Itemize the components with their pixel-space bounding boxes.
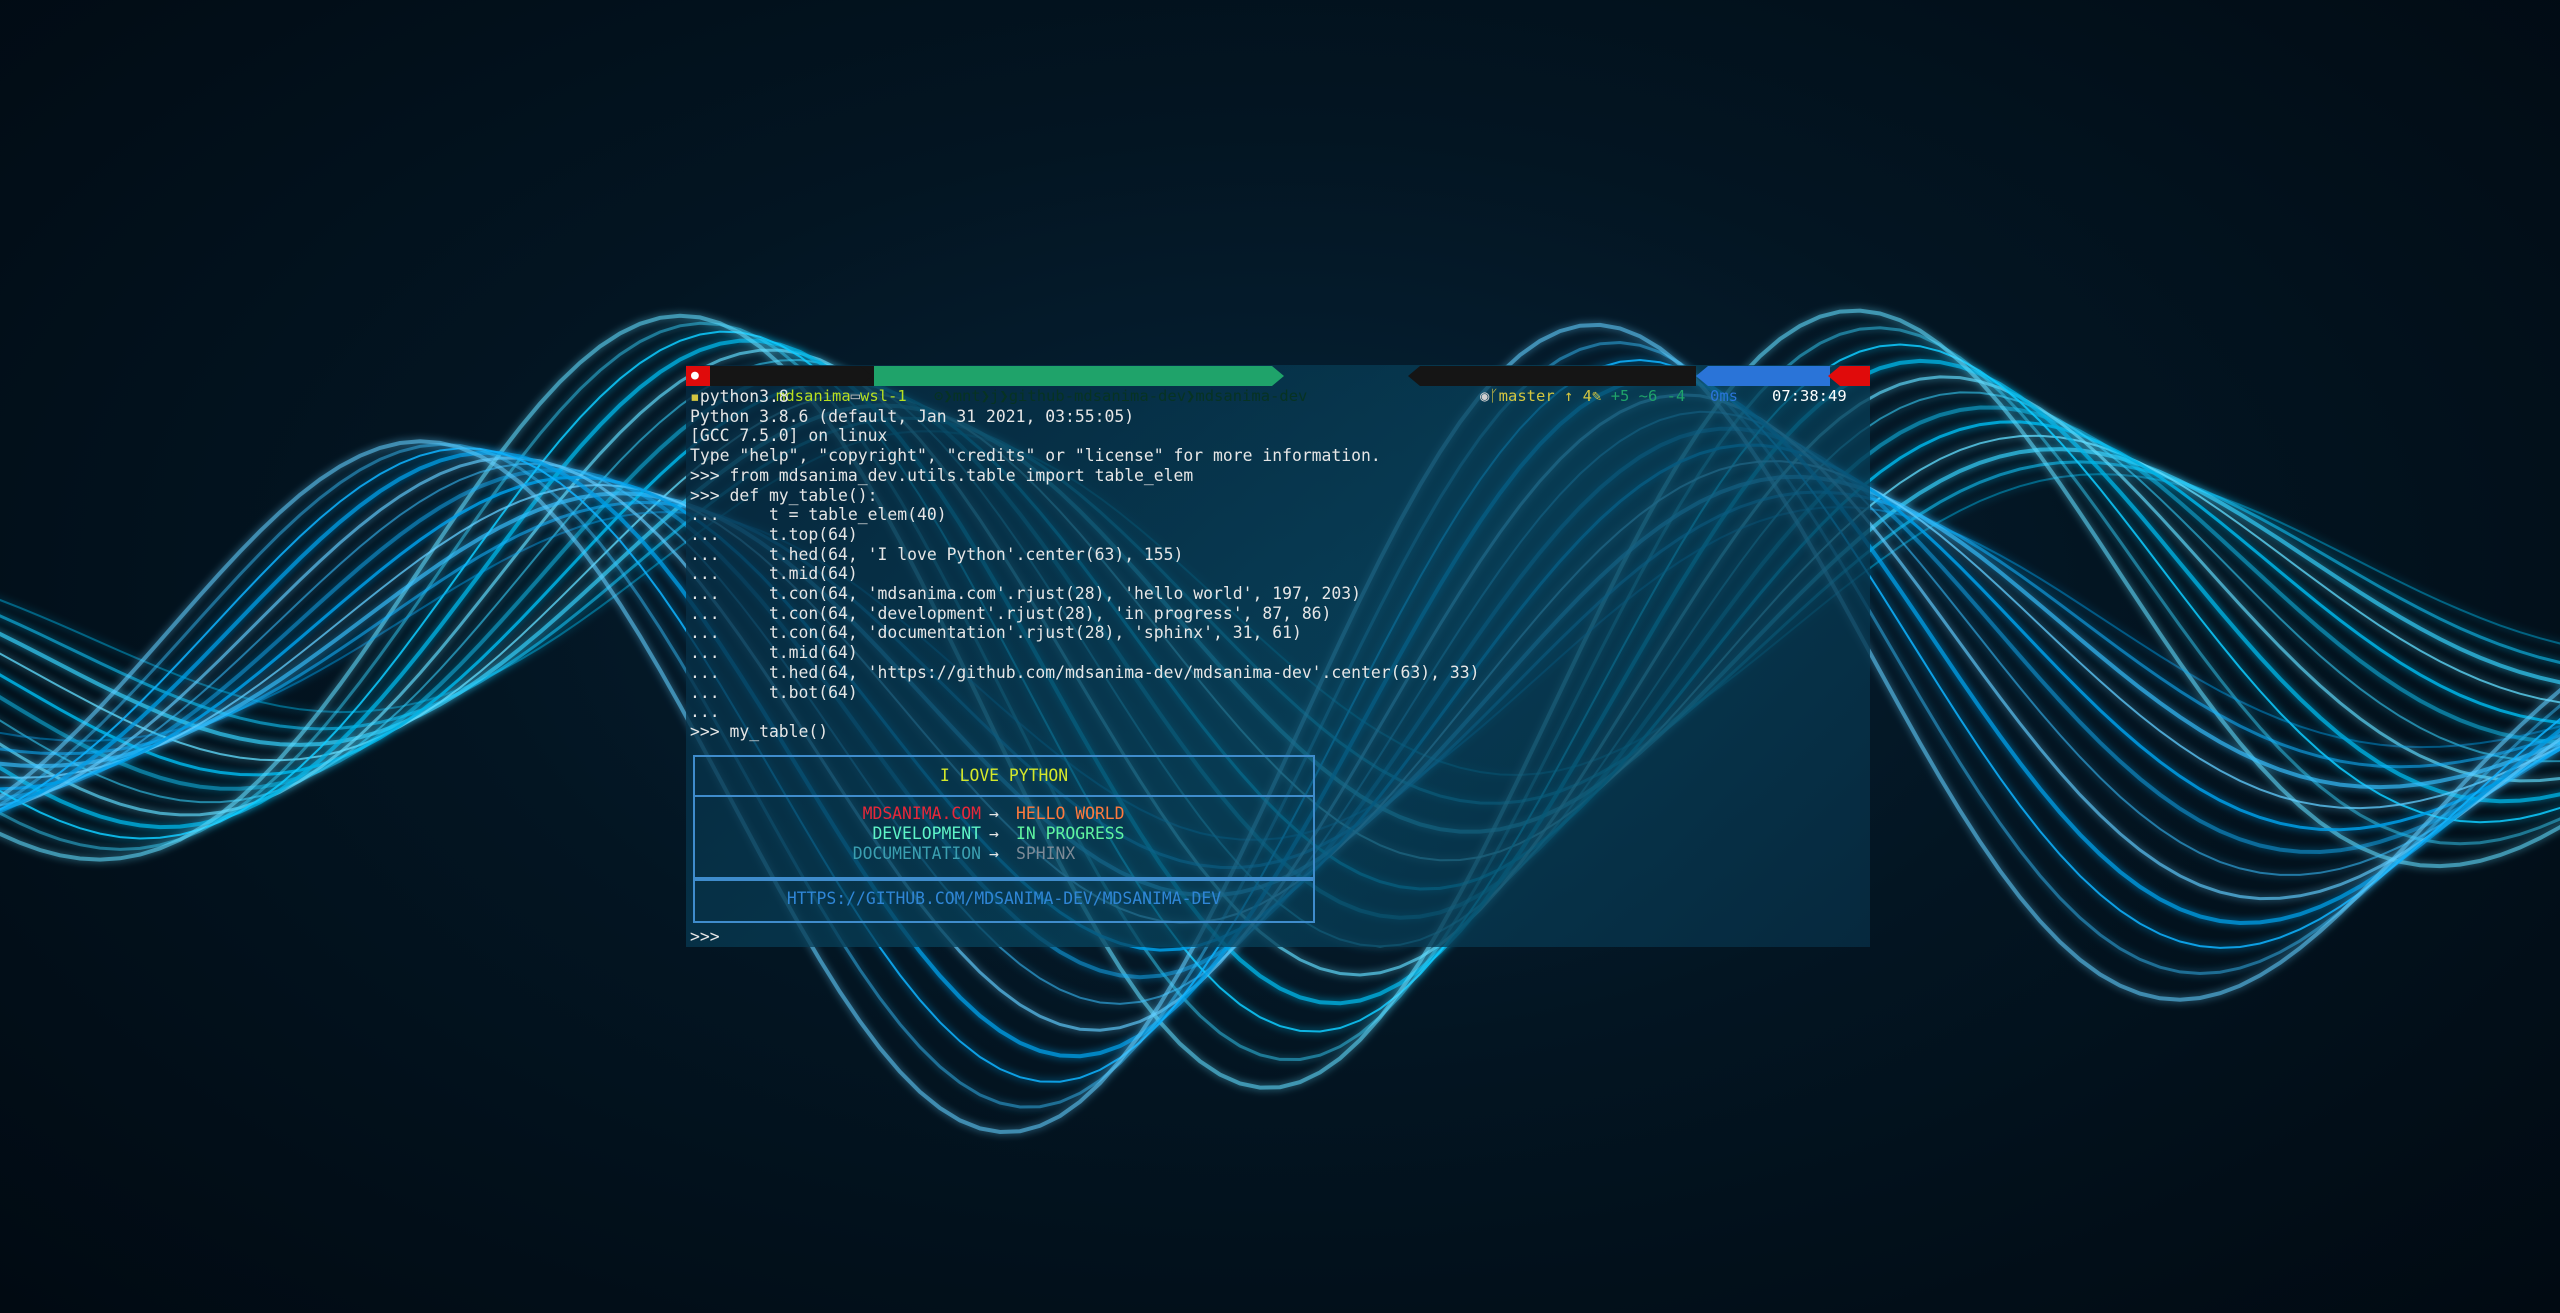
- output-line: Python 3.8.6 (default, Jan 31 2021, 03:5…: [690, 406, 1135, 426]
- command-line: ▪python3.8: [690, 387, 789, 407]
- output-line: ... t.con(64, 'mdsanima.com'.rjust(28), …: [690, 584, 1362, 603]
- python-icon: ▪: [690, 387, 700, 406]
- output-line: ... t.con(64, 'development'.rjust(28), '…: [690, 603, 1332, 623]
- output-table: I LOVE PYTHON MDSANIMA.COM → HELLO WORLD…: [693, 755, 1315, 879]
- path-part: mdsanima-dev: [1195, 387, 1308, 405]
- clock: 07:38:49: [1772, 387, 1847, 405]
- github-icon: ◉: [1480, 387, 1490, 405]
- command-text: python3.8: [699, 387, 789, 406]
- path-part: github-mdsanima-dev: [1008, 387, 1187, 405]
- table-divider: [695, 795, 1313, 797]
- output-line: >>> from mdsanima_dev.utils.table import…: [690, 465, 1194, 485]
- output-line: ... t.bot(64): [690, 682, 858, 702]
- output-line: ... t.top(64): [690, 524, 858, 544]
- terminal-window[interactable]: ● mdsanima▭wsl-1 ⊙❯mnt❯j❯github-mdsanima…: [686, 365, 1870, 947]
- git-ahead: ↑ 4: [1564, 387, 1592, 405]
- branch-icon: ᚴ: [1489, 387, 1499, 405]
- arrow-right-icon: →: [989, 844, 999, 863]
- output-line: [GCC 7.5.0] on linux: [690, 426, 888, 446]
- table-divider: [693, 879, 1315, 881]
- laptop-icon: ▭: [850, 387, 860, 405]
- output-line: ... t.hed(64, 'https://github.com/mdsani…: [690, 662, 1480, 682]
- table-header: I LOVE PYTHON: [939, 766, 1069, 785]
- output-line: ...: [690, 702, 720, 722]
- arrow-right-icon: →: [989, 804, 999, 823]
- edit-icon: ✎: [1592, 387, 1602, 405]
- output-line: >>> def my_table():: [690, 485, 878, 505]
- output-line: ... t = table_elem(40): [690, 505, 947, 525]
- output-line: ... t.con(64, 'documentation'.rjust(28),…: [690, 623, 1302, 643]
- output-line: ... t.hed(64, 'I love Python'.center(63)…: [690, 544, 1184, 564]
- table-row-right: SPHINX: [1016, 844, 1076, 863]
- folder-icon: ⊙: [934, 387, 944, 405]
- prompt-bar: ● mdsanima▭wsl-1 ⊙❯mnt❯j❯github-mdsanima…: [686, 366, 1870, 405]
- output-line: >>> my_table(): [690, 721, 829, 741]
- output-line: ... t.mid(64): [690, 564, 858, 584]
- git-branch: master: [1498, 387, 1555, 405]
- tux-icon: ●: [686, 366, 710, 386]
- arrow-right-icon: →: [989, 824, 999, 843]
- path-part: j: [990, 387, 1000, 405]
- table-row-left: MDSANIMA.COM: [862, 804, 981, 823]
- table-row-left: DEVELOPMENT: [872, 824, 981, 843]
- table-footer-link[interactable]: HTTPS://GITHUB.COM/MDSANIMA-DEV/MDSANIMA…: [695, 889, 1313, 909]
- output-line: ... t.mid(64): [690, 643, 858, 663]
- table-row-right: IN PROGRESS: [1016, 824, 1125, 843]
- output-line: Type "help", "copyright", "credits" or "…: [690, 446, 1381, 466]
- table-row-left: DOCUMENTATION: [852, 844, 981, 863]
- table-row-right: HELLO WORLD: [1016, 804, 1125, 823]
- path-part: mnt: [952, 387, 981, 405]
- input-prompt[interactable]: >>>: [690, 927, 720, 947]
